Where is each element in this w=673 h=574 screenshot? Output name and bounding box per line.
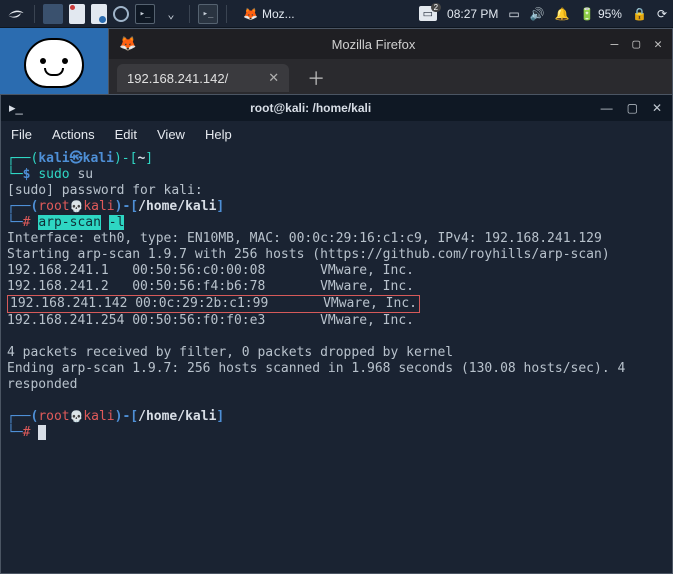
maximize-button[interactable]: ▢ [627, 101, 638, 115]
firefox-icon: 🦊 [119, 36, 136, 52]
power-icon[interactable]: ⟳ [657, 7, 667, 21]
minimize-button[interactable]: ― [601, 101, 613, 115]
taskbar: ▸_ ⌄ ▸_ 🦊 Moz... ▭2 08:27 PM ▭ 🔊 🔔 🔋 95%… [0, 0, 673, 28]
taskbar-right: ▭2 08:27 PM ▭ 🔊 🔔 🔋 95% 🔒 ⟳ [419, 6, 667, 21]
terminal-menubar: File Actions Edit View Help [1, 121, 672, 147]
terminal-body[interactable]: ┌──(kali㉿kali)-[~] └─$ sudo su [sudo] pa… [1, 147, 672, 445]
firefox-icon: 🦊 [243, 7, 258, 21]
highlighted-row: 192.168.241.142 00:0c:29:2b:c1:99 VMware… [7, 295, 420, 313]
close-button[interactable]: ✕ [654, 37, 662, 52]
kali-menu-icon[interactable] [6, 4, 26, 24]
terminal-titlebar[interactable]: ▸_ root@kali: /home/kali ― ▢ ✕ [1, 95, 672, 121]
lock-icon[interactable]: 🔒 [632, 7, 647, 21]
active-terminal-task[interactable]: ▸_ [198, 4, 218, 24]
firefox-tabbar: 192.168.241.142/ ✕ ＋ [109, 59, 672, 97]
close-button[interactable]: ✕ [652, 101, 662, 115]
desktop-thumbnail[interactable] [0, 28, 108, 98]
terminal-window: ▸_ root@kali: /home/kali ― ▢ ✕ File Acti… [0, 94, 673, 574]
firefox-title: Mozilla Firefox [146, 37, 600, 52]
terminal-icon[interactable]: ▸_ [135, 4, 155, 24]
menu-file[interactable]: File [11, 127, 32, 142]
file-icon[interactable] [69, 4, 85, 24]
taskbar-task-label: Moz... [262, 7, 295, 21]
taskbar-left: ▸_ ⌄ ▸_ 🦊 Moz... [6, 4, 303, 24]
cursor [38, 425, 46, 440]
chevron-down-icon[interactable]: ⌄ [161, 4, 181, 24]
workspace-indicator[interactable]: ▭2 [419, 6, 437, 21]
firefox-tab[interactable]: 192.168.241.142/ ✕ [117, 64, 289, 92]
tab-close-icon[interactable]: ✕ [268, 70, 279, 86]
taskbar-task-firefox[interactable]: 🦊 Moz... [235, 5, 303, 23]
volume-icon[interactable]: 🔊 [530, 7, 545, 21]
terminal-title-icon: ▸_ [1, 100, 31, 116]
file-icon-2[interactable] [91, 4, 107, 24]
firefox-window: 🦊 Mozilla Firefox ― ▢ ✕ 192.168.241.142/… [108, 28, 673, 100]
menu-actions[interactable]: Actions [52, 127, 95, 142]
display-icon[interactable]: ▭ [508, 7, 519, 21]
firefox-tab-label: 192.168.241.142/ [127, 71, 228, 86]
menu-edit[interactable]: Edit [115, 127, 137, 142]
menu-help[interactable]: Help [205, 127, 232, 142]
globe-icon[interactable] [113, 6, 129, 22]
terminal-title: root@kali: /home/kali [31, 101, 591, 115]
notification-icon[interactable]: 🔔 [555, 7, 570, 21]
maximize-button[interactable]: ▢ [632, 37, 640, 52]
minimize-button[interactable]: ― [611, 37, 619, 52]
new-tab-button[interactable]: ＋ [297, 65, 335, 91]
clock[interactable]: 08:27 PM [447, 7, 498, 21]
battery-indicator[interactable]: 🔋 95% [580, 7, 622, 21]
folder-icon[interactable] [43, 4, 63, 24]
firefox-titlebar[interactable]: 🦊 Mozilla Firefox ― ▢ ✕ [109, 29, 672, 59]
menu-view[interactable]: View [157, 127, 185, 142]
